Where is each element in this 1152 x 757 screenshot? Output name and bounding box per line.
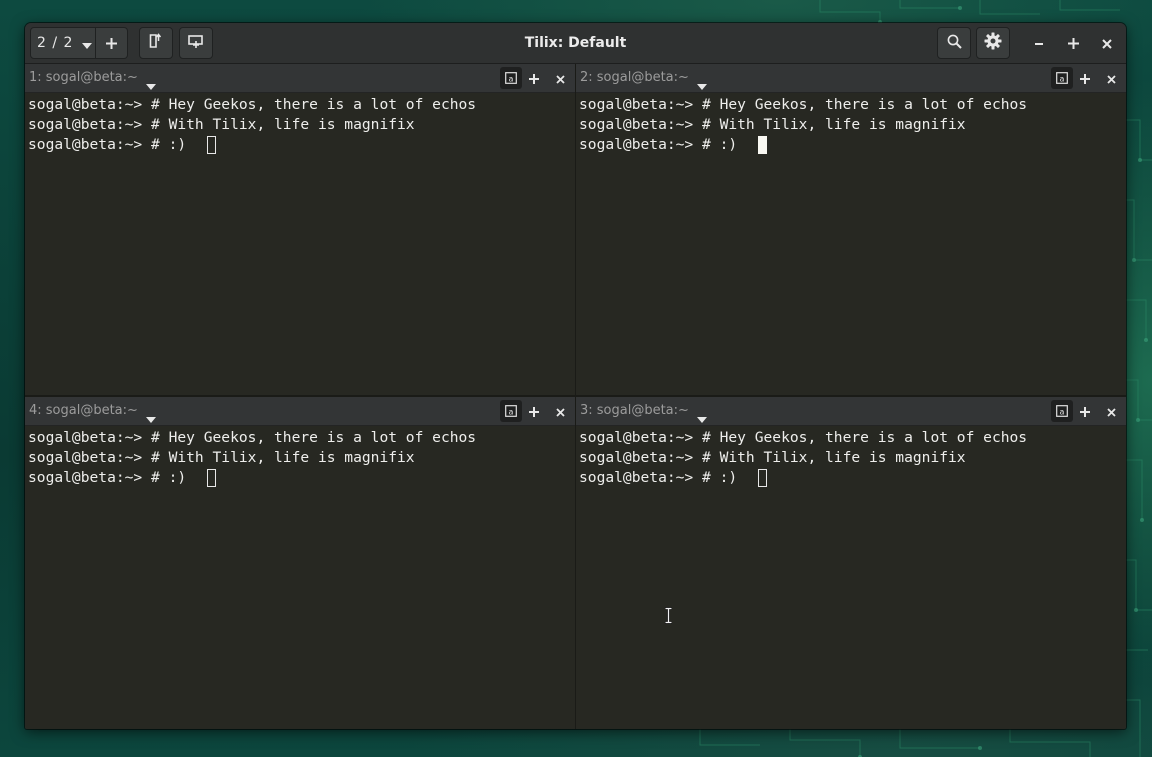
terminal-titlebar: 2: sogal@beta:~ a bbox=[576, 64, 1126, 93]
terminal-title[interactable]: 3: sogal@beta:~ bbox=[580, 397, 689, 425]
read-only-icon: a bbox=[505, 69, 517, 88]
text-cursor bbox=[758, 136, 767, 154]
read-only-toggle-button[interactable]: a bbox=[500, 67, 522, 89]
terminal-line: sogal@beta:~> # Hey Geekos, there is a l… bbox=[28, 429, 477, 446]
read-only-toggle-button[interactable]: a bbox=[1051, 400, 1073, 422]
terminal-line: sogal@beta:~> # :) bbox=[579, 469, 738, 486]
close-icon bbox=[1106, 402, 1116, 421]
preferences-button[interactable] bbox=[976, 27, 1010, 59]
close-terminal-button[interactable] bbox=[553, 71, 567, 85]
text-cursor bbox=[207, 136, 216, 154]
maximize-button[interactable] bbox=[1061, 31, 1085, 55]
chevron-down-icon[interactable] bbox=[697, 75, 707, 94]
split-terminal-button[interactable] bbox=[527, 404, 541, 418]
close-terminal-button[interactable] bbox=[1104, 404, 1118, 418]
headerbar: 2 / 2 Tilix: Default bbox=[25, 23, 1126, 64]
terminal-line: sogal@beta:~> # With Tilix, life is magn… bbox=[579, 449, 966, 466]
close-button[interactable] bbox=[1095, 31, 1119, 55]
terminal-title[interactable]: 4: sogal@beta:~ bbox=[29, 397, 138, 425]
plus-icon bbox=[1080, 402, 1090, 421]
chevron-down-icon[interactable] bbox=[697, 408, 707, 427]
read-only-icon: a bbox=[505, 402, 517, 421]
terminal-pane-3[interactable]: 3: sogal@beta:~ a sogal@beta:~> # Hey Ge… bbox=[576, 397, 1126, 729]
terminal-pane-1[interactable]: 1: sogal@beta:~ a sogal@beta:~> # Hey Ge… bbox=[25, 64, 575, 395]
ibeam-cursor-icon bbox=[664, 606, 673, 628]
terminal-line: sogal@beta:~> # :) bbox=[28, 469, 187, 486]
terminal-titlebar: 3: sogal@beta:~ a bbox=[576, 397, 1126, 426]
plus-icon bbox=[529, 402, 539, 421]
gear-icon bbox=[984, 32, 1002, 54]
svg-text:a: a bbox=[1060, 407, 1065, 416]
text-cursor bbox=[207, 469, 216, 487]
close-icon bbox=[1106, 69, 1116, 88]
terminal-line: sogal@beta:~> # :) bbox=[579, 136, 738, 153]
split-terminal-button[interactable] bbox=[527, 71, 541, 85]
read-only-icon: a bbox=[1056, 402, 1068, 421]
maximize-icon bbox=[1067, 34, 1079, 53]
plus-icon bbox=[1080, 69, 1090, 88]
search-icon bbox=[947, 34, 962, 53]
close-icon bbox=[555, 402, 565, 421]
close-terminal-button[interactable] bbox=[1104, 71, 1118, 85]
text-cursor bbox=[758, 469, 767, 487]
terminal-line: sogal@beta:~> # Hey Geekos, there is a l… bbox=[28, 96, 477, 113]
terminal-line: sogal@beta:~> # Hey Geekos, there is a l… bbox=[579, 96, 1028, 113]
terminal-output[interactable]: sogal@beta:~> # Hey Geekos, there is a l… bbox=[579, 93, 1126, 395]
terminal-output[interactable]: sogal@beta:~> # Hey Geekos, there is a l… bbox=[28, 93, 575, 395]
chevron-down-icon[interactable] bbox=[146, 75, 156, 94]
search-button[interactable] bbox=[937, 27, 971, 59]
close-icon bbox=[1102, 34, 1112, 53]
terminal-output[interactable]: sogal@beta:~> # Hey Geekos, there is a l… bbox=[28, 426, 575, 729]
terminal-output[interactable]: sogal@beta:~> # Hey Geekos, there is a l… bbox=[579, 426, 1126, 729]
terminal-title[interactable]: 1: sogal@beta:~ bbox=[29, 64, 138, 92]
terminal-line: sogal@beta:~> # :) bbox=[28, 136, 187, 153]
terminal-line: sogal@beta:~> # With Tilix, life is magn… bbox=[579, 116, 966, 133]
svg-text:a: a bbox=[509, 74, 514, 83]
svg-text:a: a bbox=[1060, 74, 1065, 83]
chevron-down-icon[interactable] bbox=[146, 408, 156, 427]
read-only-icon: a bbox=[1056, 69, 1068, 88]
minimize-icon bbox=[1034, 34, 1044, 53]
plus-icon bbox=[529, 69, 539, 88]
read-only-toggle-button[interactable]: a bbox=[1051, 67, 1073, 89]
terminal-line: sogal@beta:~> # With Tilix, life is magn… bbox=[28, 449, 415, 466]
split-terminal-button[interactable] bbox=[1078, 71, 1092, 85]
close-terminal-button[interactable] bbox=[553, 404, 567, 418]
split-terminal-button[interactable] bbox=[1078, 404, 1092, 418]
close-icon bbox=[555, 69, 565, 88]
terminal-pane-2[interactable]: 2: sogal@beta:~ a sogal@beta:~> # Hey Ge… bbox=[576, 64, 1126, 395]
terminal-line: sogal@beta:~> # With Tilix, life is magn… bbox=[28, 116, 415, 133]
terminal-titlebar: 1: sogal@beta:~ a bbox=[25, 64, 575, 93]
terminal-line: sogal@beta:~> # Hey Geekos, there is a l… bbox=[579, 429, 1028, 446]
tilix-window: 2 / 2 Tilix: Default 1: sogal@beta:~ a s… bbox=[25, 23, 1126, 729]
terminal-titlebar: 4: sogal@beta:~ a bbox=[25, 397, 575, 426]
svg-text:a: a bbox=[509, 407, 514, 416]
terminal-pane-4[interactable]: 4: sogal@beta:~ a sogal@beta:~> # Hey Ge… bbox=[25, 397, 575, 729]
read-only-toggle-button[interactable]: a bbox=[500, 400, 522, 422]
minimize-button[interactable] bbox=[1027, 31, 1051, 55]
terminal-title[interactable]: 2: sogal@beta:~ bbox=[580, 64, 689, 92]
